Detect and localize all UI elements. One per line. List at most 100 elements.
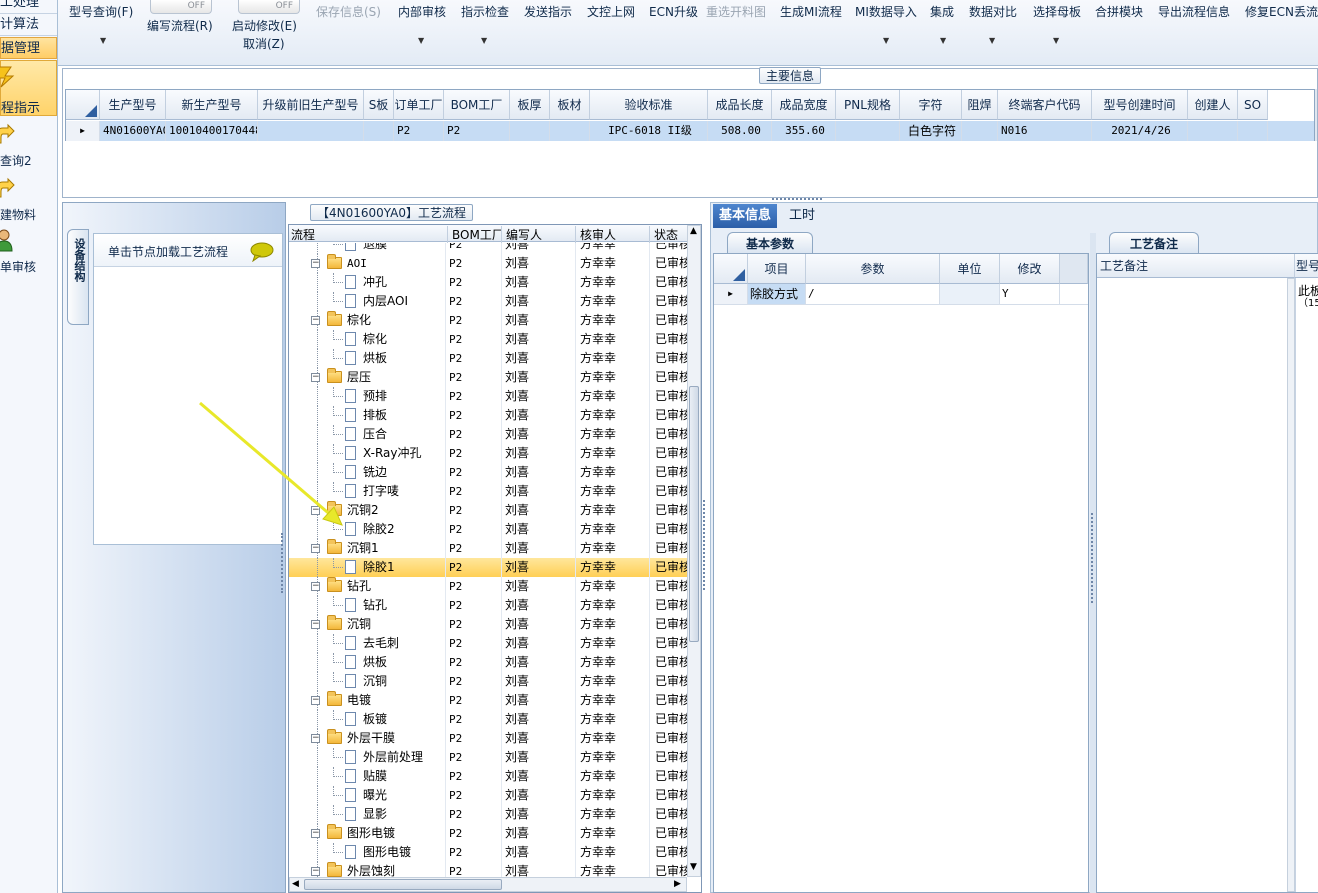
params-row[interactable]: ▶ 除胶方式 / Y [714,284,1088,305]
model-query-button[interactable]: 型号查询(F) [69,3,133,20]
tree-row[interactable]: 去毛刺 P2 刘喜 方幸幸 已审核 [289,634,687,653]
detail-splitter-grip[interactable] [1091,513,1095,603]
notes-remark-area[interactable] [1097,278,1295,892]
export-flow-info-button[interactable]: 导出流程信息 [1158,3,1230,20]
device-structure-list[interactable]: 单击节点加载工艺流程 [93,233,283,545]
main-info-col-header[interactable]: 型号创建时间 [1092,90,1188,120]
speech-bubble-icon[interactable] [250,242,274,262]
data-compare-button[interactable]: 数据对比 [969,3,1017,20]
tree-row[interactable]: − 钻孔 P2 刘喜 方幸幸 已审核 [289,577,687,596]
collapse-toggle-icon[interactable]: − [311,506,320,515]
params-cell-param[interactable]: / [806,284,940,304]
tree-row[interactable]: − 外层蚀刻 P2 刘喜 方幸幸 已审核 [289,862,687,877]
tree-row[interactable]: 棕化 P2 刘喜 方幸幸 已审核 [289,330,687,349]
tree-row[interactable]: 铣边 P2 刘喜 方幸幸 已审核 [289,463,687,482]
tree-row[interactable]: 显影 P2 刘喜 方幸幸 已审核 [289,805,687,824]
main-info-col-header[interactable]: SO [1238,90,1268,120]
reselect-cutting-chart-button[interactable]: 重选开料图 [706,3,766,20]
collapse-toggle-icon[interactable]: − [311,582,320,591]
tree-row[interactable]: 压合 P2 刘喜 方幸幸 已审核 [289,425,687,444]
params-cell-unit[interactable] [940,284,1000,304]
tree-row[interactable]: 排板 P2 刘喜 方幸幸 已审核 [289,406,687,425]
repair-ecn-button[interactable]: 修复ECN丢流程 [1245,3,1318,20]
tree-row[interactable]: 钻孔 P2 刘喜 方幸幸 已审核 [289,596,687,615]
process-flow-tree[interactable]: 流程 BOM工厂 编写人 核审人 状态 退膜P2刘喜方幸幸已审核−AOIP2刘喜… [288,224,702,893]
tree-row[interactable]: 除胶2 P2 刘喜 方幸幸 已审核 [289,520,687,539]
main-info-col-header[interactable]: PNL规格 [836,90,900,120]
nav-big-item-material[interactable]: 建物料 [0,174,57,224]
merge-module-button[interactable]: 合拼模块 [1095,3,1143,20]
tab-work-hours[interactable]: 工时 [783,204,821,228]
main-info-col-header[interactable]: 升级前旧生产型号 [258,90,364,120]
main-info-col-header[interactable]: BOM工厂 [444,90,510,120]
tree-row[interactable]: 冲孔 P2 刘喜 方幸幸 已审核 [289,273,687,292]
main-info-col-header[interactable]: 板厚 [510,90,550,120]
toggle-write-flow[interactable]: OFF [150,0,212,14]
tree-row[interactable]: 烘板 P2 刘喜 方幸幸 已审核 [289,653,687,672]
internal-review-dropdown-icon[interactable]: ▼ [418,36,424,45]
tree-splitter-grip[interactable] [703,500,707,590]
generate-mi-flow-button[interactable]: 生成MI流程 [780,3,842,20]
tree-row[interactable]: 沉铜 P2 刘喜 方幸幸 已审核 [289,672,687,691]
integrate-dropdown-icon[interactable]: ▼ [940,36,946,45]
save-info-button[interactable]: 保存信息(S) [316,3,381,20]
tree-row[interactable]: − 沉铜 P2 刘喜 方幸幸 已审核 [289,615,687,634]
integrate-button[interactable]: 集成 [930,3,954,20]
collapse-toggle-icon[interactable]: − [311,734,320,743]
notes-scrollbar[interactable] [1287,278,1295,892]
collapse-toggle-icon[interactable]: − [311,867,320,876]
tree-row[interactable]: − 图形电镀 P2 刘喜 方幸幸 已审核 [289,824,687,843]
nav-item-calc[interactable]: 计算法 [0,14,57,36]
scroll-down-icon[interactable]: ▼ [690,862,697,872]
instruction-check-button[interactable]: 指示检查 [461,3,509,20]
nav-big-item-review[interactable]: 单审核 [0,226,57,276]
params-cell-modify[interactable]: Y [1000,284,1060,304]
tree-row[interactable]: 除胶1 P2 刘喜 方幸幸 已审核 [289,558,687,577]
tree-row[interactable]: − 棕化 P2 刘喜 方幸幸 已审核 [289,311,687,330]
collapse-toggle-icon[interactable]: − [311,259,320,268]
data-compare-dropdown-icon[interactable]: ▼ [989,36,995,45]
mi-data-import-dropdown-icon[interactable]: ▼ [883,36,889,45]
main-info-col-header[interactable]: 阻焊 [962,90,998,120]
tree-row[interactable]: − 沉铜2 P2 刘喜 方幸幸 已审核 [289,501,687,520]
tree-row[interactable]: − 层压 P2 刘喜 方幸幸 已审核 [289,368,687,387]
write-flow-button[interactable]: 编写流程(R) [147,17,213,34]
nav-item-processing[interactable]: 工处理 [0,0,57,14]
tree-row[interactable]: 曝光 P2 刘喜 方幸幸 已审核 [289,786,687,805]
tree-row[interactable]: 退膜 P2 刘喜 方幸幸 已审核 [289,243,687,254]
main-info-col-header[interactable]: 字符 [900,90,962,120]
main-info-col-header[interactable]: 验收标准 [590,90,708,120]
mi-data-import-button[interactable]: MI数据导入 [855,3,917,20]
scroll-left-icon[interactable]: ◀ [292,879,299,889]
tree-row[interactable]: − 外层干膜 P2 刘喜 方幸幸 已审核 [289,729,687,748]
main-info-col-header[interactable]: 成品长度 [708,90,772,120]
vertical-splitter-grip[interactable] [281,533,285,593]
notes-model-area[interactable]: 此板 （15 [1295,278,1318,892]
nav-item-data-mgmt[interactable]: 据管理 [0,37,57,59]
tree-row[interactable]: − 电镀 P2 刘喜 方幸幸 已审核 [289,691,687,710]
main-info-row[interactable]: ▶ 4N01600YA0 10010400170448 P2 P2 IPC-6018 I… [66,121,1314,141]
toggle-start-modify[interactable]: OFF [238,0,300,14]
main-info-col-header[interactable]: 新生产型号 [166,90,258,120]
tree-vertical-scroll-thumb[interactable] [689,386,699,642]
tree-horizontal-scroll-thumb[interactable] [304,879,502,890]
send-instruction-button[interactable]: 发送指示 [524,3,572,20]
main-info-col-header[interactable]: S板 [364,90,394,120]
tab-basic-info[interactable]: 基本信息 [713,204,778,228]
scroll-up-icon[interactable]: ▲ [690,226,697,236]
main-info-col-header[interactable]: 创建人 [1188,90,1238,120]
tree-row[interactable]: X-Ray冲孔 P2 刘喜 方幸幸 已审核 [289,444,687,463]
tree-row[interactable]: 烘板 P2 刘喜 方幸幸 已审核 [289,349,687,368]
nav-big-item-flow-instruction[interactable]: 程指示 [0,60,57,116]
scroll-right-icon[interactable]: ▶ [674,879,681,889]
tree-row[interactable]: 内层AOI P2 刘喜 方幸幸 已审核 [289,292,687,311]
nav-big-item-query2[interactable]: 查询2 [0,120,57,170]
tree-row[interactable]: 外层前处理 P2 刘喜 方幸幸 已审核 [289,748,687,767]
tree-vertical-scrollbar[interactable]: ▲ ▼ [687,225,701,877]
collapse-toggle-icon[interactable]: − [311,373,320,382]
collapse-toggle-icon[interactable]: − [311,316,320,325]
collapse-toggle-icon[interactable]: − [311,620,320,629]
main-info-col-header[interactable]: 生产型号 [100,90,166,120]
side-tab-device-structure[interactable]: 设备结构 [67,229,89,325]
main-info-col-header[interactable]: 成品宽度 [772,90,836,120]
